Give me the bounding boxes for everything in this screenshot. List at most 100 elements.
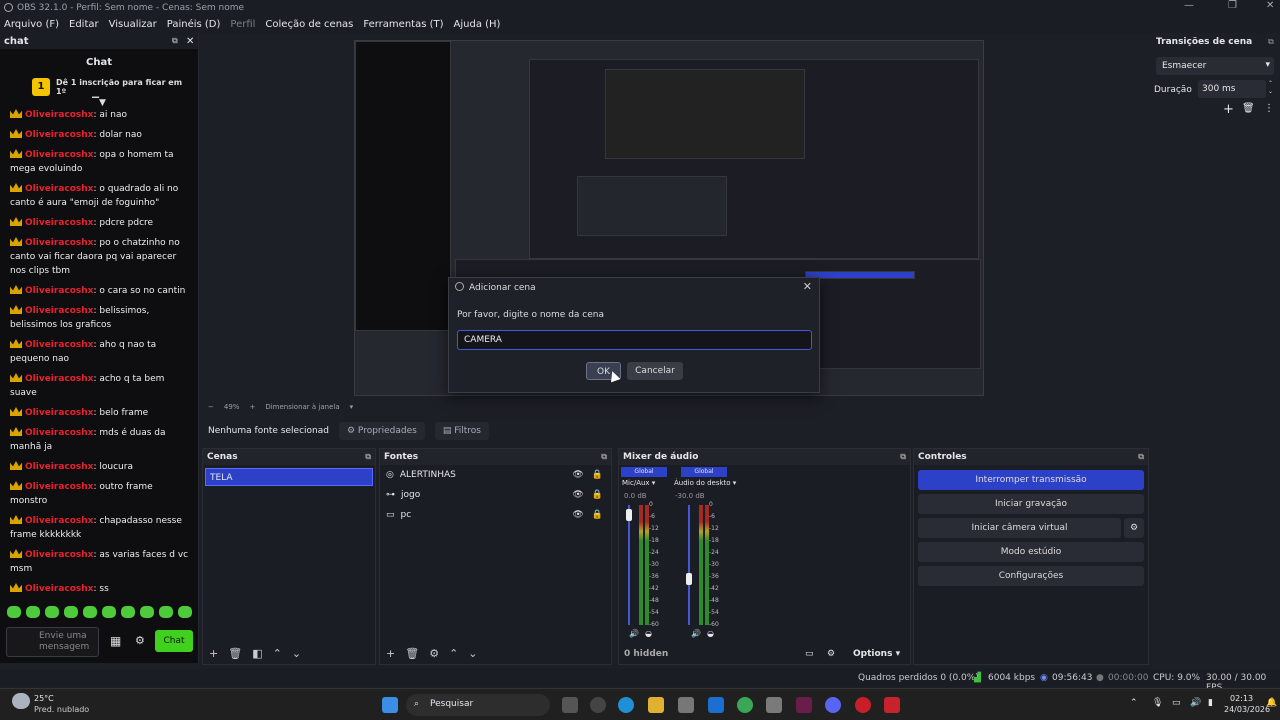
headphones-icon[interactable]: ◒ — [707, 629, 714, 638]
chat-input[interactable]: Envie uma mensagem — [6, 627, 99, 657]
more-options-icon[interactable]: ⋮ — [1264, 103, 1274, 114]
task-view-icon[interactable] — [562, 697, 578, 713]
menu-paineis[interactable]: Painéis (D) — [167, 19, 221, 30]
volume-slider-knob[interactable] — [686, 573, 692, 586]
source-item[interactable]: ▭ pc 👁 🔒 — [380, 505, 611, 525]
emote-icon[interactable] — [45, 606, 59, 618]
emote-icon[interactable] — [26, 606, 40, 618]
undock-icon[interactable]: ⧉ — [1138, 452, 1144, 462]
emote-icon[interactable] — [140, 606, 154, 618]
volume-icon[interactable]: 🔊 — [1190, 698, 1201, 708]
channel-name[interactable]: Áudio do deskto ▾ — [674, 479, 736, 487]
studio-mode-button[interactable]: Modo estúdio — [918, 542, 1144, 562]
notifications-icon[interactable]: 🔔 — [1266, 698, 1277, 708]
mute-speaker-icon[interactable]: 🔊 — [691, 629, 701, 638]
settings-button[interactable]: Configurações — [918, 566, 1144, 586]
add-scene-icon[interactable]: + — [209, 647, 218, 660]
cancel-button[interactable]: Cancelar — [627, 362, 683, 380]
menu-ajuda[interactable]: Ajuda (H) — [454, 19, 501, 30]
discord-icon[interactable] — [825, 697, 841, 713]
undock-icon[interactable]: ⧉ — [365, 452, 371, 462]
sub-goal[interactable]: 1 Dê 1 inscrição para ficar em 1º — [0, 68, 198, 96]
chat-username[interactable]: Oliveiracoshx — [25, 130, 93, 140]
add-source-icon[interactable]: + — [386, 647, 395, 660]
chat-username[interactable]: Oliveiracoshx — [25, 340, 93, 350]
undock-icon[interactable]: ⧉ — [900, 452, 906, 462]
scene-item[interactable]: TELA — [205, 468, 373, 486]
emote-icon[interactable] — [7, 606, 21, 618]
file-explorer-icon[interactable] — [648, 697, 664, 713]
store-icon[interactable]: ▦ — [110, 634, 121, 648]
undock-icon[interactable]: ⧉ — [601, 452, 607, 462]
headphones-icon[interactable]: ◒ — [645, 629, 652, 638]
mute-speaker-icon[interactable]: 🔊 — [629, 629, 639, 638]
source-item[interactable]: ⊶ jogo 👁 🔒 — [380, 485, 611, 505]
zoom-in-icon[interactable]: + — [249, 403, 255, 411]
volume-slider-track[interactable] — [688, 505, 690, 625]
chrome-icon[interactable] — [737, 697, 753, 713]
close-icon[interactable]: ✕ — [1266, 0, 1274, 11]
remove-source-icon[interactable]: 🗑 — [405, 647, 419, 660]
source-item[interactable]: ◎ ALERTINHAS 👁 🔒 — [380, 465, 611, 485]
mixer-layout-icon[interactable]: ▭ — [805, 649, 814, 659]
move-down-icon[interactable]: ⌄ — [292, 647, 301, 660]
weather-temp[interactable]: 25°C — [34, 694, 54, 703]
visibility-eye-icon[interactable]: 👁 — [572, 490, 583, 500]
menu-arquivo[interactable]: Arquivo (F) — [4, 19, 59, 30]
emote-icon[interactable] — [83, 606, 97, 618]
collapse-icon[interactable]: ▔▼ — [0, 98, 198, 108]
move-down-icon[interactable]: ⌄ — [468, 647, 477, 660]
volume-slider-knob[interactable] — [626, 508, 632, 521]
settings-gear-icon[interactable]: ⚙ — [135, 634, 145, 647]
scene-filters-icon[interactable]: ◧ — [252, 647, 262, 660]
dialog-close-icon[interactable]: ✕ — [803, 280, 812, 293]
taskbar-search[interactable]: Pesquisar — [406, 694, 550, 716]
virtual-camera-settings-icon[interactable]: ⚙ — [1124, 518, 1144, 538]
minimize-icon[interactable]: — — [1184, 0, 1194, 11]
options-button[interactable]: Options ▾ — [853, 649, 900, 659]
visibility-eye-icon[interactable]: 👁 — [572, 470, 583, 480]
store-icon[interactable] — [678, 697, 694, 713]
volume-slider-track[interactable] — [628, 505, 630, 625]
emote-icon[interactable] — [178, 606, 192, 618]
zoom-mode-chevron-icon[interactable]: ▾ — [350, 403, 354, 411]
visibility-eye-icon[interactable]: 👁 — [572, 510, 583, 520]
chat-username[interactable]: Oliveiracoshx — [25, 150, 93, 160]
remove-scene-icon[interactable]: 🗑 — [228, 647, 242, 660]
opera-icon[interactable] — [855, 697, 871, 713]
chat-username[interactable]: Oliveiracoshx — [25, 306, 93, 316]
mic-tray-icon[interactable]: 🎙 — [1152, 698, 1163, 708]
emote-icon[interactable] — [121, 606, 135, 618]
transition-select[interactable]: Esmaecer ▾ — [1156, 57, 1274, 75]
menu-editar[interactable]: Editar — [69, 19, 99, 30]
menu-ferramentas[interactable]: Ferramentas (T) — [363, 19, 443, 30]
start-recording-button[interactable]: Iniciar gravação — [918, 494, 1144, 514]
add-transition-icon[interactable]: + — [1223, 102, 1234, 117]
lock-icon[interactable]: 🔒 — [592, 490, 603, 500]
move-up-icon[interactable]: ⌃ — [449, 647, 458, 660]
move-up-icon[interactable]: ⌃ — [273, 647, 282, 660]
chat-username[interactable]: Oliveiracoshx — [25, 184, 93, 194]
mail-icon[interactable] — [708, 697, 724, 713]
edge-icon[interactable] — [618, 697, 634, 713]
chat-username[interactable]: Oliveiracoshx — [25, 482, 93, 492]
weather-desc[interactable]: Pred. nublado — [34, 705, 89, 714]
weather-cloud-icon[interactable] — [12, 693, 30, 709]
remove-transition-icon[interactable]: 🗑 — [1242, 103, 1255, 114]
menu-visualizar[interactable]: Visualizar — [109, 19, 157, 30]
emote-icon[interactable] — [102, 606, 116, 618]
emote-icon[interactable] — [159, 606, 173, 618]
app-red-icon[interactable] — [884, 697, 900, 713]
source-settings-icon[interactable]: ⚙ — [429, 647, 439, 660]
obs-taskbar-icon[interactable] — [590, 697, 606, 713]
chat-username[interactable]: Oliveiracoshx — [25, 584, 93, 594]
network-icon[interactable]: ▭ — [1172, 698, 1181, 708]
app-icon[interactable] — [766, 697, 782, 713]
clock-time[interactable]: 02:13 — [1230, 694, 1253, 703]
emote-icon[interactable] — [64, 606, 78, 618]
lock-icon[interactable]: 🔒 — [592, 470, 603, 480]
chat-username[interactable]: Oliveiracoshx — [25, 428, 93, 438]
menu-perfil[interactable]: Perfil — [230, 19, 255, 30]
chat-username[interactable]: Oliveiracoshx — [25, 516, 93, 526]
tray-chevron-icon[interactable]: ⌃ — [1130, 698, 1138, 708]
